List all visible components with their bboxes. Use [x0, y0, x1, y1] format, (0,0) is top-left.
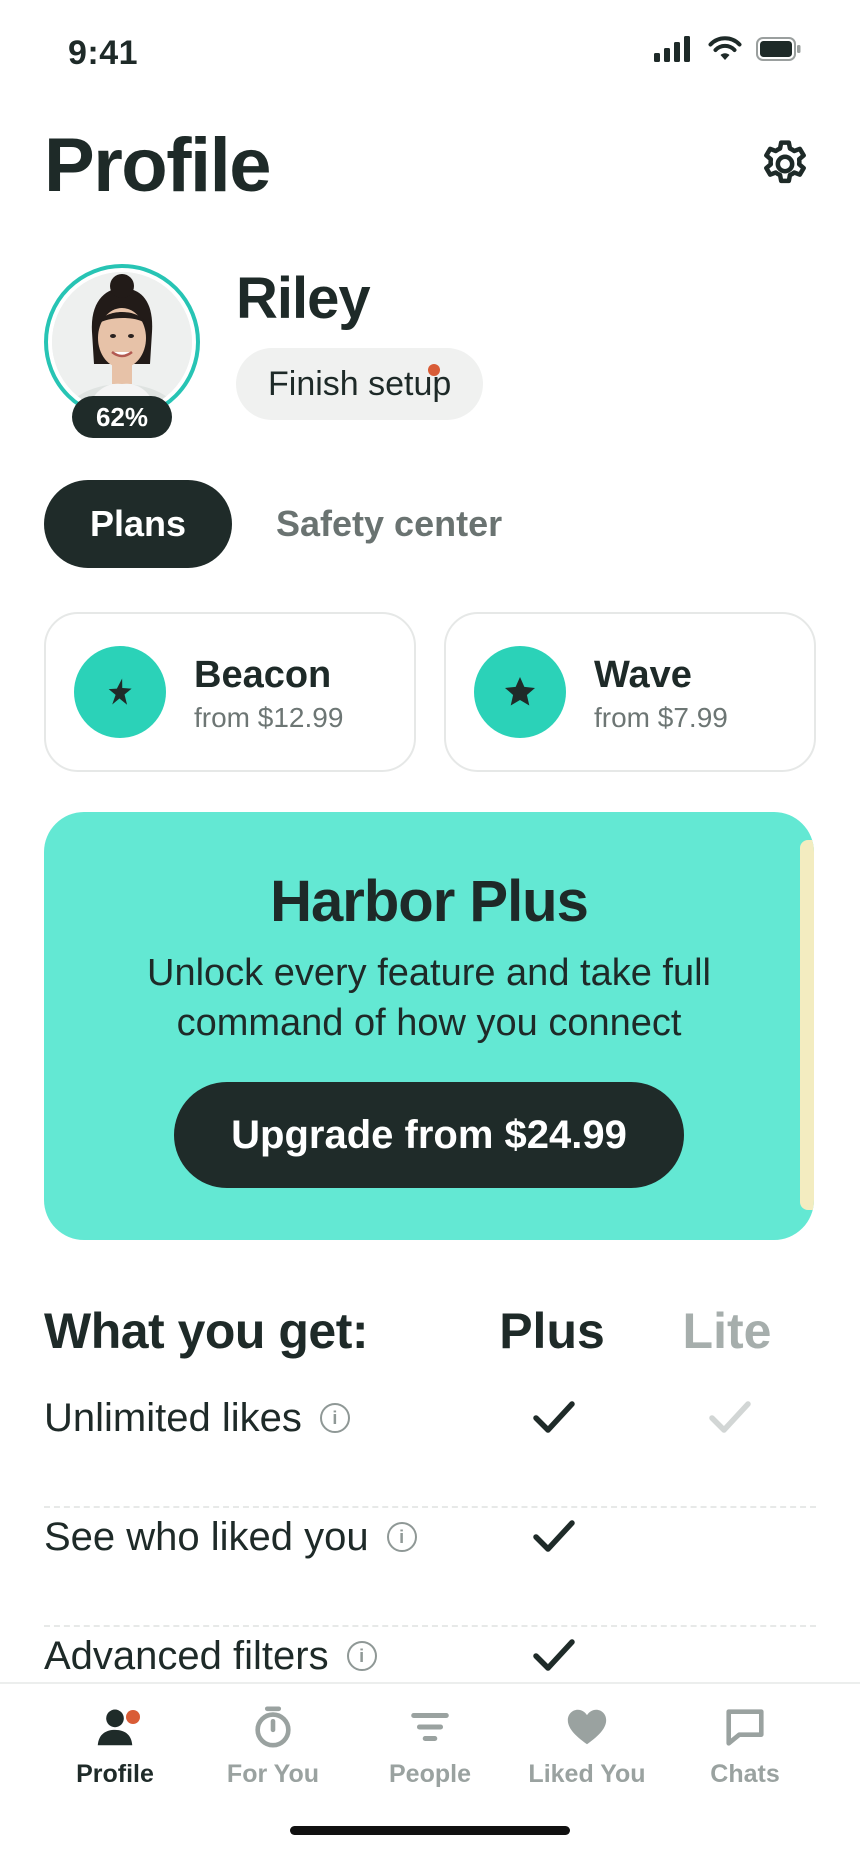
compare-title: What you get: — [44, 1303, 369, 1359]
star-icon — [108, 678, 132, 705]
status-icons — [654, 36, 802, 62]
nav-label: Chats — [710, 1760, 780, 1788]
nav-item-chats[interactable]: Chats — [670, 1704, 820, 1814]
nav-item-people[interactable]: People — [355, 1704, 505, 1814]
nav-label: People — [389, 1760, 471, 1788]
nav-label: For You — [226, 1760, 320, 1788]
feature-label: Unlimited likes — [44, 1395, 302, 1440]
plan-icon-circle — [74, 646, 166, 738]
nav-item-for-you[interactable]: For You — [198, 1704, 348, 1814]
bottom-nav: Profile For You People Liked You Chats — [0, 1682, 860, 1866]
plan-price: from $12.99 — [194, 702, 344, 733]
timer-icon — [255, 1706, 291, 1748]
row-divider — [44, 1625, 816, 1627]
info-icon[interactable]: i — [319, 1403, 350, 1433]
status-time: 9:41 — [68, 34, 139, 72]
avatar-portrait — [52, 272, 192, 412]
plan-name: Beacon — [194, 654, 332, 696]
nav-item-liked-you[interactable]: Liked You — [512, 1704, 662, 1814]
plan-name: Wave — [594, 654, 692, 696]
feature-label-wrap: Advanced filters i — [44, 1628, 377, 1684]
plan-icon-circle — [474, 646, 566, 738]
feature-label: Advanced filters — [44, 1633, 329, 1678]
promo-card: Harbor Plus Unlock every feature and tak… — [44, 812, 814, 1240]
info-icon[interactable]: i — [346, 1641, 377, 1671]
signal-icon — [654, 36, 690, 62]
feature-label-wrap: See who liked you i — [44, 1509, 417, 1565]
promo-subtitle: Unlock every feature and take full comma… — [147, 952, 711, 1044]
settings-button[interactable] — [756, 135, 814, 193]
nav-label: Liked You — [528, 1760, 646, 1788]
star-icon — [505, 677, 535, 706]
feature-row: Unlimited likes i — [44, 1390, 816, 1508]
notification-dot — [428, 364, 440, 376]
heart-icon — [567, 1709, 607, 1745]
tab-plans[interactable]: Plans — [44, 480, 232, 568]
feature-row: See who liked you i — [44, 1509, 816, 1627]
battery-icon — [756, 37, 801, 61]
feature-label-wrap: Unlimited likes i — [44, 1390, 350, 1446]
check-icon — [533, 1401, 575, 1433]
feature-label: See who liked you — [44, 1514, 369, 1559]
plan-price: from $7.99 — [594, 702, 728, 733]
info-icon[interactable]: i — [386, 1522, 417, 1552]
check-icon — [533, 1639, 575, 1671]
promo-title: Harbor Plus — [270, 869, 589, 934]
avatar[interactable] — [52, 272, 192, 412]
nav-label: Profile — [76, 1760, 154, 1788]
nav-item-profile[interactable]: Profile — [40, 1704, 190, 1814]
chat-bubble-icon — [726, 1709, 764, 1746]
wifi-icon — [708, 36, 742, 60]
user-name: Riley — [236, 266, 371, 331]
plan-card-beacon[interactable]: Beacon from $12.99 — [44, 612, 416, 772]
row-divider — [44, 1506, 816, 1508]
notification-dot — [126, 1710, 140, 1724]
column-lite: Lite — [682, 1303, 772, 1359]
gear-icon — [764, 140, 806, 184]
upgrade-button[interactable]: Upgrade from $24.99 — [174, 1082, 684, 1188]
finish-setup-button[interactable]: Finish setup — [236, 348, 484, 420]
check-icon — [709, 1401, 751, 1433]
column-plus: Plus — [499, 1303, 605, 1359]
tab-safety-center[interactable]: Safety center — [276, 480, 502, 568]
page-title: Profile — [44, 123, 272, 208]
check-icon — [533, 1520, 575, 1552]
filter-lines-icon — [411, 1713, 449, 1741]
home-indicator — [290, 1826, 570, 1835]
plan-card-wave[interactable]: Wave from $7.99 — [444, 612, 816, 772]
profile-completion-badge: 62% — [72, 396, 172, 438]
